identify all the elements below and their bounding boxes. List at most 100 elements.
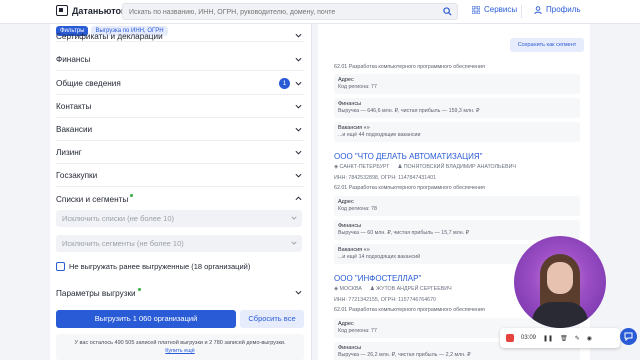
chevron-down-icon <box>295 81 302 86</box>
address-card: Адрес Код региона: 78 <box>334 196 580 216</box>
user-icon <box>534 5 542 14</box>
company-head: ♟ ПОНЯТОВСКИЙ ВЛАДИМИР АНАТОЛЬЕВИЧ <box>397 164 516 170</box>
card-title: Финансы <box>338 223 362 229</box>
card-title: Финансы <box>338 101 362 107</box>
pen-icon[interactable]: ✎ <box>575 335 580 342</box>
company-meta: ◈ МОСКВА ♟ ЖУТОВ АНДРЕЙ СЕРГЕЕВИЧ <box>334 286 452 292</box>
recording-time: 03:09 <box>521 335 537 341</box>
exclude-segments-placeholder: Исключить сегменты (не более 10) <box>62 239 184 248</box>
section-label: Списки и сегменты <box>56 194 129 204</box>
company-head: ♟ ЖУТОВ АНДРЕЙ СЕРГЕЕВИЧ <box>369 286 452 292</box>
card-value: Код региона: 77 <box>338 328 377 334</box>
section-label: Госзакупки <box>56 171 98 180</box>
company-ids: ИНН: 7721342155, ОГРН: 1157746764670 <box>334 297 436 303</box>
section-vacancies[interactable]: Вакансии <box>56 119 304 141</box>
new-indicator <box>130 193 134 197</box>
skip-exported-row[interactable]: Не выгружать ранее выгруженные (18 орган… <box>56 262 250 271</box>
skip-exported-checkbox[interactable] <box>56 262 65 271</box>
webcam-icon[interactable]: ◉ <box>587 335 592 342</box>
filters-panel: Фильтры Выгрузка по ИНН, ОГРН Сертификат… <box>50 24 312 360</box>
card-value: Код региона: 78 <box>338 206 377 212</box>
section-certificates[interactable]: Сертификаты и декларации <box>56 28 304 42</box>
search-box[interactable] <box>122 3 458 20</box>
logo-icon <box>56 5 68 16</box>
chevron-down-icon <box>291 216 297 220</box>
search-input[interactable] <box>129 6 429 18</box>
chevron-down-icon <box>291 241 297 245</box>
section-label: Общие сведения <box>56 79 121 88</box>
okved-text: 62.01 Разработка компьютерного программн… <box>334 64 485 70</box>
chevron-down-icon <box>295 173 302 178</box>
services-button[interactable]: Сервисы <box>472 5 517 14</box>
card-title: Адрес <box>338 77 354 83</box>
chevron-down-icon <box>295 127 302 132</box>
chat-icon <box>624 332 633 341</box>
section-label: Лизинг <box>56 148 82 157</box>
card-value: ...и ещё 44 подходящие вакансии <box>338 132 421 138</box>
chat-button[interactable] <box>620 328 637 345</box>
chevron-down-icon <box>295 33 302 38</box>
section-general[interactable]: Общие сведения 1 <box>56 73 304 95</box>
stop-record-icon[interactable] <box>506 334 514 342</box>
save-segment-button[interactable]: Сохранить как сегмент <box>510 38 584 52</box>
presenter-shirt <box>532 302 588 328</box>
exclude-lists-select[interactable]: Исключить списки (не более 10) <box>56 210 302 227</box>
section-label: Сертификаты и декларации <box>56 32 163 41</box>
card-value: Выручка — 646,6 млн. ₽, чистая прибыль —… <box>338 108 480 114</box>
okved-text: 62.01 Разработка компьютерного программн… <box>334 307 485 313</box>
finance-card: Финансы Выручка — 646,6 млн. ₽, чистая п… <box>334 98 580 118</box>
section-finance[interactable]: Финансы <box>56 49 304 71</box>
logo-text: Датаньютон <box>72 5 127 16</box>
quota-notice: У вас осталось 490 505 записей платной в… <box>56 334 304 360</box>
quota-text: У вас осталось 490 505 записей платной в… <box>74 340 286 346</box>
section-label: Параметры выгрузки <box>56 288 136 298</box>
section-label: Контакты <box>56 102 92 111</box>
company-ids: ИНН: 7842532898, ОГРН: 1147847431401 <box>334 175 436 181</box>
section-lists-segments[interactable]: Списки и сегменты <box>56 188 304 210</box>
company-name-link[interactable]: ООО "ЧТО ДЕЛАТЬ АВТОМАТИЗАЦИЯ" <box>334 152 482 161</box>
webcam-overlay[interactable] <box>514 236 606 328</box>
section-procurement[interactable]: Госзакупки <box>56 165 304 187</box>
section-label: Финансы <box>56 55 91 64</box>
profile-label: Профиль <box>546 5 581 14</box>
count-badge: 1 <box>279 78 290 89</box>
services-label: Сервисы <box>484 5 518 14</box>
delete-icon[interactable]: 🗑 <box>560 335 568 342</box>
exclude-lists-placeholder: Исключить списки (не более 10) <box>62 214 175 223</box>
company-meta: ◈ САНКТ-ПЕТЕРБУРГ ♟ ПОНЯТОВСКИЙ ВЛАДИМИР… <box>334 164 516 170</box>
export-button[interactable]: Выгрузить 1 060 организаций <box>56 310 236 328</box>
reset-button[interactable]: Сбросить все <box>240 310 304 328</box>
card-value: Код региона: 77 <box>338 84 377 90</box>
card-value: Выручка — 26,2 млн. ₽, чистая прибыль — … <box>338 352 471 358</box>
section-leasing[interactable]: Лизинг <box>56 142 304 164</box>
new-indicator <box>137 287 141 291</box>
chevron-down-icon <box>295 150 302 155</box>
grid-icon <box>472 5 480 14</box>
chevron-down-icon <box>295 290 302 295</box>
divider <box>521 5 522 18</box>
chevron-down-icon <box>295 104 302 109</box>
recorder-toolbar: 03:09 ❚❚ 🗑 ✎ ◉ <box>500 328 620 348</box>
buy-more-link[interactable]: Купить ещё <box>165 348 195 354</box>
finance-card: Финансы Выручка — 60 млн. ₽, чистая приб… <box>334 220 580 240</box>
pause-icon[interactable]: ❚❚ <box>543 335 553 342</box>
chevron-up-icon <box>295 196 302 201</box>
search-icon[interactable] <box>443 7 452 16</box>
vacancy-card: Вакансия «» ...и ещё 44 подходящие вакан… <box>334 122 580 142</box>
logo[interactable]: Датаньютон <box>56 5 126 16</box>
chevron-down-icon <box>295 57 302 62</box>
section-contacts[interactable]: Контакты <box>56 96 304 118</box>
exclude-segments-select[interactable]: Исключить сегменты (не более 10) <box>56 235 302 252</box>
section-export-params[interactable]: Параметры выгрузки <box>56 282 304 304</box>
profile-button[interactable]: Профиль <box>534 5 581 14</box>
presenter-face <box>547 262 573 294</box>
top-bar: Датаньютон Сервисы Профиль <box>0 0 640 24</box>
company-city: ◈ САНКТ-ПЕТЕРБУРГ <box>334 164 390 170</box>
company-city: ◈ МОСКВА <box>334 286 362 292</box>
card-title: Вакансия «» <box>338 125 370 131</box>
section-label: Вакансии <box>56 125 93 134</box>
card-value: Выручка — 60 млн. ₽, чистая прибыль — 15… <box>338 230 470 236</box>
company-name-link[interactable]: ООО "ИНФОСТЕЛЛАР" <box>334 274 421 283</box>
card-title: Адрес <box>338 199 354 205</box>
okved-text: 62.01 Разработка компьютерного программн… <box>334 185 485 191</box>
